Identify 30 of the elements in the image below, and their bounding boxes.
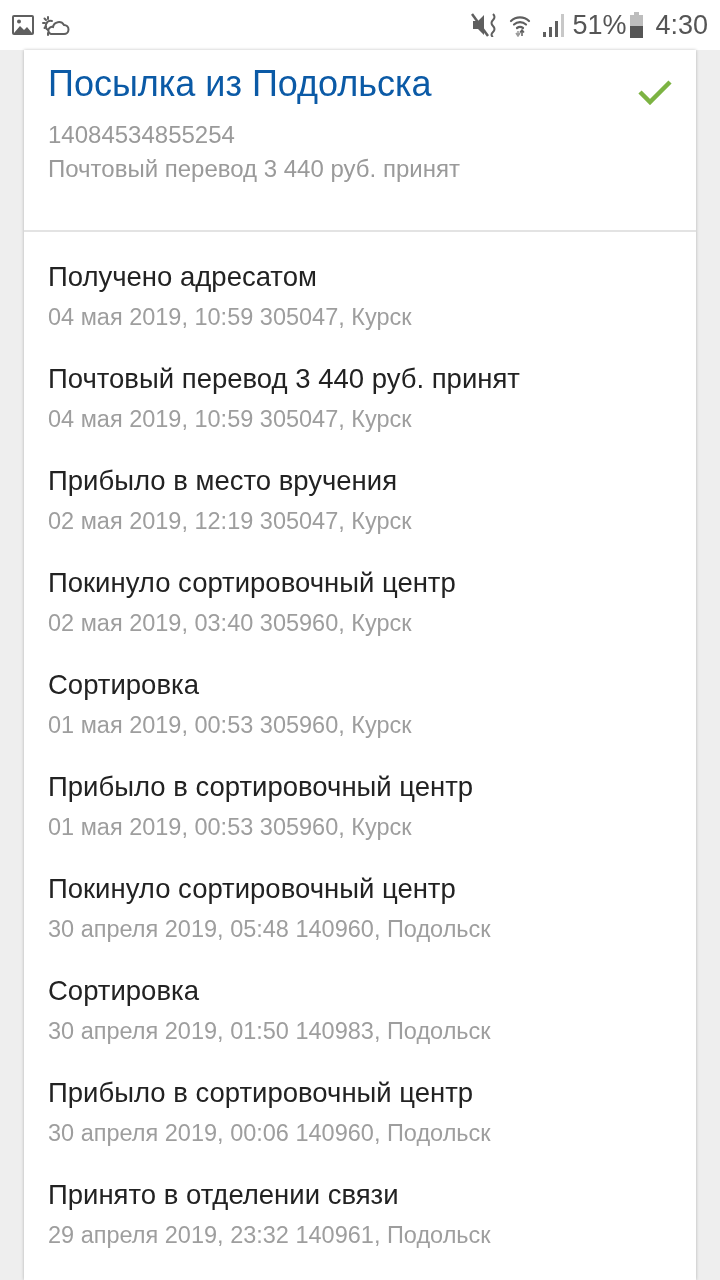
event-details: 01 мая 2019, 00:53 305960, Курск [48, 711, 413, 740]
cloud-sun-icon [42, 14, 70, 36]
event-details: 04 мая 2019, 10:59 305047, Курск [48, 303, 413, 332]
event-details: 01 мая 2019, 00:53 305960, Курск [48, 813, 413, 842]
event-details: 02 мая 2019, 03:40 305960, Курск [48, 609, 413, 638]
battery-percent: 51% [572, 10, 627, 40]
tracking-number: 14084534855254 [48, 120, 236, 150]
event-details: 04 мая 2019, 10:59 305047, Курск [48, 405, 413, 434]
event-title: Прибыло в сортировочный центр [48, 771, 475, 803]
event-title: Прибыло в сортировочный центр [48, 1077, 475, 1109]
parcel-status: Почтовый перевод 3 440 руб. принят [48, 154, 461, 184]
event-title: Покинуло сортировочный центр [48, 873, 457, 905]
event-details: 30 апреля 2019, 05:48 140960, Подольск [48, 915, 492, 944]
parcel-title: Посылка из Подольска [48, 63, 432, 105]
event-title: Сортировка [48, 669, 200, 701]
signal-icon [542, 13, 567, 37]
event-title: Сортировка [48, 975, 200, 1007]
event-details: 30 апреля 2019, 00:06 140960, Подольск [48, 1119, 492, 1148]
event-title: Получено адресатом [48, 261, 318, 293]
event-title: Принято в отделении связи [48, 1179, 400, 1211]
wifi-icon [509, 13, 532, 37]
event-title: Прибыло в место вручения [48, 465, 399, 497]
event-details: 29 апреля 2019, 23:32 140961, Подольск [48, 1221, 492, 1250]
battery-icon [630, 12, 644, 38]
clock-time: 4:30 [655, 10, 708, 40]
event-title: Покинуло сортировочный центр [48, 567, 457, 599]
event-details: 30 апреля 2019, 01:50 140983, Подольск [48, 1017, 492, 1046]
image-icon [12, 15, 34, 35]
event-details: 02 мая 2019, 12:19 305047, Курск [48, 507, 413, 536]
event-title: Почтовый перевод 3 440 руб. принят [48, 363, 521, 395]
